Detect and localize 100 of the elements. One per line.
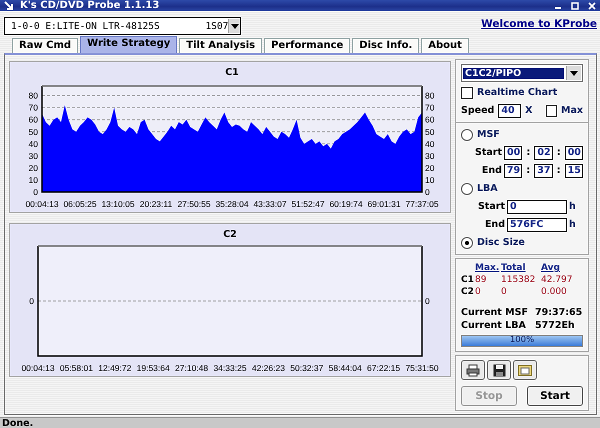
column-header: Total [501,263,527,273]
radio-label: LBA [477,183,498,194]
checkbox[interactable] [546,104,557,116]
x-tick-label: 51:52:47 [291,199,325,209]
x-tick-label: 27:50:55 [177,199,211,209]
save-button[interactable] [487,360,511,380]
unit-label: h [569,219,576,230]
printer-icon [466,364,480,376]
colon-separator: : [556,147,562,158]
checkbox-label: Max [561,105,583,116]
y-tick-label: 30 [28,150,38,161]
x-tick-label: 20:23:11 [140,199,172,209]
x-tick-label: 00:04:13 [21,363,55,373]
speed-label: Speed [461,105,494,116]
row-label: C1 [461,275,475,285]
table-cell-text: 42.797 [541,275,574,285]
time-field[interactable]: 15 [564,164,583,178]
radio-button[interactable] [461,236,473,248]
field-label: End [480,165,502,176]
column-header: Max. [475,263,500,273]
y-axis-label: 0 [29,296,34,306]
y-tick-label: 20 [28,162,38,173]
speed-field[interactable]: 40 [498,104,522,118]
colon-separator: : [525,147,532,158]
x-tick-label: 42:26:23 [252,363,285,373]
column-header: Avg [541,263,561,273]
x-tick-label: 06:05:25 [63,199,97,209]
table-cell-text: 89 [475,275,488,285]
y-tick-label: 60 [28,114,38,125]
x-tick-label: 75:31:50 [405,363,439,373]
y-tick-label: 10 [425,174,434,185]
tab[interactable]: Disc Info. [352,38,420,53]
y-tick-label: 60 [425,114,434,125]
x-tick-label: 69:01:31 [367,199,401,209]
x-tick-label: 27:10:48 [175,363,208,373]
tab[interactable]: About [421,38,469,53]
table-cell-text: 0 [475,287,482,297]
chart-title: C2 [223,229,237,240]
x-tick-label: 60:19:74 [329,199,363,209]
action-button[interactable]: Start [527,386,583,406]
y-tick-label: 50 [425,126,434,137]
time-field[interactable]: 79 [504,164,522,178]
current-lba-label: Current LBA [461,320,527,331]
open-image-button[interactable] [513,360,537,380]
row-label: C2 [461,287,475,297]
table-cell-text: 0 [501,287,508,297]
window-title: K's CD/DVD Probe 1.1.13 [20,0,160,11]
y-tick-label: 0 [425,187,430,197]
time-field[interactable]: 02 [534,146,553,160]
time-field[interactable]: 00 [564,146,584,160]
table-cell-text: 115382 [501,275,536,285]
table-cell-text: 0.000 [541,287,568,297]
chart-title: C1 [225,67,239,78]
x-tick-label: 19:53:64 [136,363,170,373]
mode-dropdown[interactable]: C1C2/PIPO [461,64,583,82]
tab[interactable]: Tilt Analysis [179,38,262,53]
tab[interactable]: Performance [264,38,350,53]
x-tick-label: 34:33:25 [213,363,247,373]
colon-separator: : [525,165,532,176]
radio-label: MSF [477,129,500,140]
y-tick-label: 50 [28,126,38,137]
field-label: Start [475,147,502,158]
colon-separator: : [556,165,562,176]
x-tick-label: 58:44:04 [328,363,362,373]
radio-button[interactable] [461,128,473,140]
y-axis-label: 0 [425,296,430,306]
y-tick-label: 40 [28,138,38,149]
app-icon [4,0,14,10]
time-field[interactable]: 37 [534,164,553,178]
close-icon[interactable] [588,2,596,10]
status-text: Done. [2,418,34,428]
y-tick-label: 80 [425,90,434,101]
drive-dropdown[interactable]: 1-0-0 E:LITE-ON LTR-48125S 1S07 [4,17,241,35]
y-tick-label: 0 [33,187,38,197]
y-tick-label: 30 [425,150,434,161]
x-tick-label: 50:32:37 [290,363,324,373]
y-tick-label: 70 [28,102,38,113]
lba-field[interactable]: 576FC [507,218,567,232]
y-tick-label: 70 [425,102,434,113]
maximize-icon[interactable] [571,2,579,10]
time-field[interactable]: 00 [504,146,522,160]
welcome-link[interactable]: Welcome to KProbe [481,18,597,30]
checkbox-label: Realtime Chart [477,87,558,98]
checkbox[interactable] [461,86,473,98]
x-tick-label: 05:58:01 [60,363,93,373]
x-tick-label: 35:28:04 [215,199,249,209]
y-tick-label: 80 [28,90,38,101]
tab[interactable]: Write Strategy [80,36,178,53]
tab[interactable]: Raw Cmd [12,38,78,53]
x-tick-label: 67:22:15 [367,363,400,373]
field-label: Start [476,201,505,212]
radio-label: Disc Size [477,237,525,248]
x-tick-label: 00:04:13 [25,199,59,209]
lba-field[interactable]: 0 [507,200,567,214]
radio-button[interactable] [461,182,473,194]
x-tick-label: 12:49:72 [98,363,132,373]
unit-label: X [525,105,532,116]
print-button[interactable] [461,360,485,380]
y-tick-label: 40 [425,138,434,149]
current-lba-value: 5772Eh [535,320,576,331]
